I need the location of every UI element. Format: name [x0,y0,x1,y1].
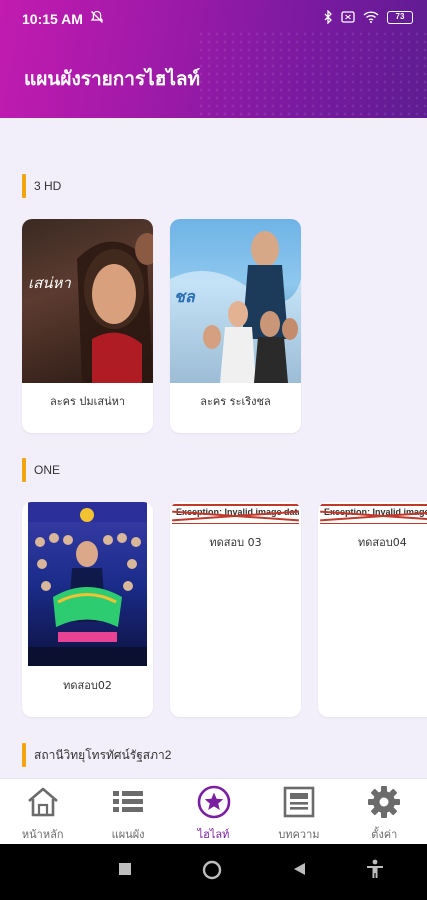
list-icon [113,791,144,812]
notification-muted-icon [90,10,104,23]
card-caption: ทดสอบ 03 [209,536,262,549]
page-title: แผนผังรายการไฮไลท์ [24,68,201,90]
bottom-navigation: หน้าหลัก แผนผัง ไฮไลท์ บทความ ตั้งค่า [0,778,427,844]
sim-icon [341,11,355,23]
program-card[interactable]: เสน่หา ละคร ปมเสน่หา [22,219,153,433]
nav-label: แผนผัง [111,828,145,841]
image-error-banner: Exception: Invalid image data [320,504,427,524]
nav-settings[interactable]: ตั้งค่า [342,779,427,844]
recents-icon[interactable] [118,862,132,876]
status-bar: 10:15 AM 73 [0,0,427,34]
image-error-banner: Exception: Invalid image data [172,504,299,524]
nav-highlight[interactable]: ไฮไลท์ [171,779,256,844]
system-navigation-bar [0,844,427,900]
poster-art [77,233,153,383]
section-header-one: ONE [22,458,60,482]
card-caption: ทดสอบ02 [63,679,112,692]
section-title: ONE [34,463,61,477]
card-caption: ละคร ระเริงชล [200,395,271,408]
accessibility-icon[interactable] [366,859,384,879]
poster-title: ชล [174,287,195,306]
home-icon [27,787,58,817]
nav-label: ตั้งค่า [371,828,398,841]
nav-label: ไฮไลท์ [197,828,230,841]
poster-art [28,502,147,666]
gear-icon [368,786,401,818]
section-header-parliament: สถานีวิทยุโทรทัศน์รัฐสภา2 [22,743,171,767]
poster-image: ชล [170,219,301,383]
wifi-icon [363,11,379,23]
nav-label: หน้าหลัก [21,828,64,841]
article-icon [283,786,315,818]
bluetooth-icon [324,10,332,24]
program-card[interactable]: ทดสอบ02 [22,502,153,717]
nav-articles[interactable]: บทความ [256,779,341,844]
poster-image: เสน่หา [22,219,153,383]
battery-icon: 73 [387,10,413,24]
section-accent-bar [22,743,26,767]
app-header: 10:15 AM 73 แผนผังรายการไฮไลท์ [0,0,427,118]
nav-schedule[interactable]: แผนผัง [85,779,170,844]
section-title: 3 HD [34,179,62,193]
section-accent-bar [22,174,26,198]
home-circle-icon[interactable] [202,860,222,880]
program-card[interactable]: ชล ละคร ระเริงชล [170,219,301,433]
program-card[interactable]: Exception: Invalid image data ทดสอบ04 [318,502,427,717]
status-time: 10:15 AM [22,11,83,27]
section-title: สถานีวิทยุโทรทัศน์รัฐสภา2 [34,747,172,762]
poster-title: เสน่หา [28,274,71,292]
card-caption: ละคร ปมเสน่หา [49,395,126,408]
nav-home[interactable]: หน้าหลัก [0,779,85,844]
nav-label: บทความ [278,828,320,841]
back-icon[interactable] [292,862,306,876]
star-icon [197,785,230,819]
section-header-3hd: 3 HD [22,174,61,198]
card-caption: ทดสอบ04 [358,536,407,549]
highlight-list[interactable]: 3 HD เสน่หา ละคร ปมเสน่หา ชล ละคร ระเริง… [0,118,427,778]
section-accent-bar [22,458,26,482]
program-card[interactable]: Exception: Invalid image data ทดสอบ 03 [170,502,301,717]
poster-image [28,502,147,666]
